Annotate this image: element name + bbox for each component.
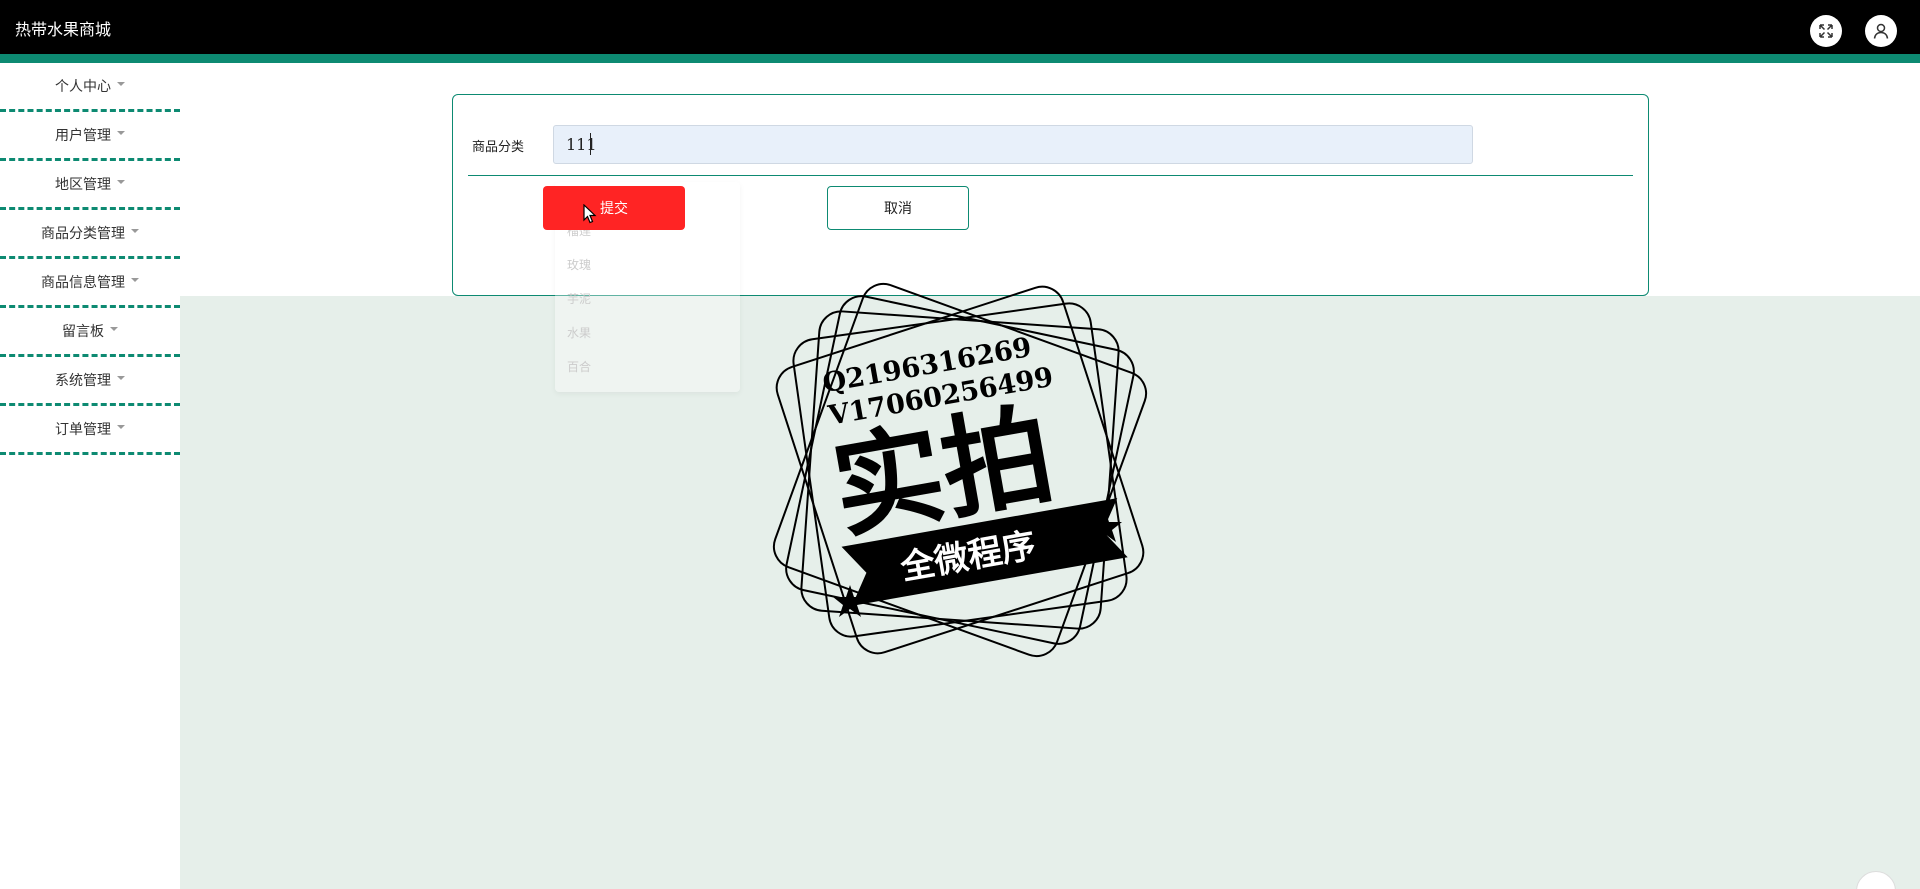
fullscreen-icon (1819, 24, 1833, 38)
dropdown-option[interactable]: 玫瑰 (567, 256, 591, 273)
caret-down-icon (117, 131, 125, 135)
text-caret (590, 133, 591, 155)
dropdown-option[interactable]: 水果 (567, 324, 591, 341)
sidebar-item-order-management[interactable]: 订单管理 (0, 406, 180, 455)
sidebar-item-label: 用户管理 (55, 128, 111, 144)
sidebar-item-region-management[interactable]: 地区管理 (0, 161, 180, 210)
sidebar-item-system-management[interactable]: 系统管理 (0, 357, 180, 406)
caret-down-icon (131, 278, 139, 282)
mouse-cursor-icon (583, 204, 597, 224)
form-divider (468, 175, 1633, 176)
caret-down-icon (110, 327, 118, 331)
watermark-stamp: Q2196316269 V17060256499 实拍 全微程序 (772, 282, 1148, 658)
caret-down-icon (117, 82, 125, 86)
sidebar-item-category-management[interactable]: 商品分类管理 (0, 210, 180, 259)
category-field-label: 商品分类 (472, 140, 525, 155)
sidebar-item-message-board[interactable]: 留言板 (0, 308, 180, 357)
sidebar-item-product-management[interactable]: 商品信息管理 (0, 259, 180, 308)
user-button[interactable] (1865, 15, 1897, 47)
sidebar-item-label: 订单管理 (55, 422, 111, 438)
sidebar-item-user-management[interactable]: 用户管理 (0, 112, 180, 161)
category-input[interactable] (553, 125, 1473, 164)
dropdown-option[interactable]: 芋泥 (567, 290, 591, 307)
submit-button[interactable]: 提交 (543, 186, 685, 230)
sidebar-item-label: 个人中心 (55, 79, 111, 95)
topbar-stripe (0, 54, 1920, 63)
dropdown-option[interactable]: 百合 (567, 358, 591, 375)
app-title: 热带水果商城 (15, 20, 112, 39)
caret-down-icon (131, 229, 139, 233)
caret-down-icon (117, 376, 125, 380)
sidebar-item-label: 商品信息管理 (41, 275, 125, 291)
sidebar-item-label: 商品分类管理 (41, 226, 125, 242)
user-icon (1873, 23, 1889, 39)
top-bar: 热带水果商城 (0, 0, 1920, 54)
caret-down-icon (117, 425, 125, 429)
caret-down-icon (117, 180, 125, 184)
sidebar-item-label: 地区管理 (55, 177, 111, 193)
sidebar-item-label: 留言板 (62, 324, 104, 340)
cancel-button[interactable]: 取消 (827, 186, 969, 230)
fullscreen-button[interactable] (1810, 15, 1842, 47)
sidebar-item-label: 系统管理 (55, 373, 111, 389)
sidebar: 个人中心 用户管理 地区管理 商品分类管理 商品信息管理 留言板 系统管理 订单… (0, 63, 180, 889)
sidebar-item-personal-center[interactable]: 个人中心 (0, 63, 180, 112)
